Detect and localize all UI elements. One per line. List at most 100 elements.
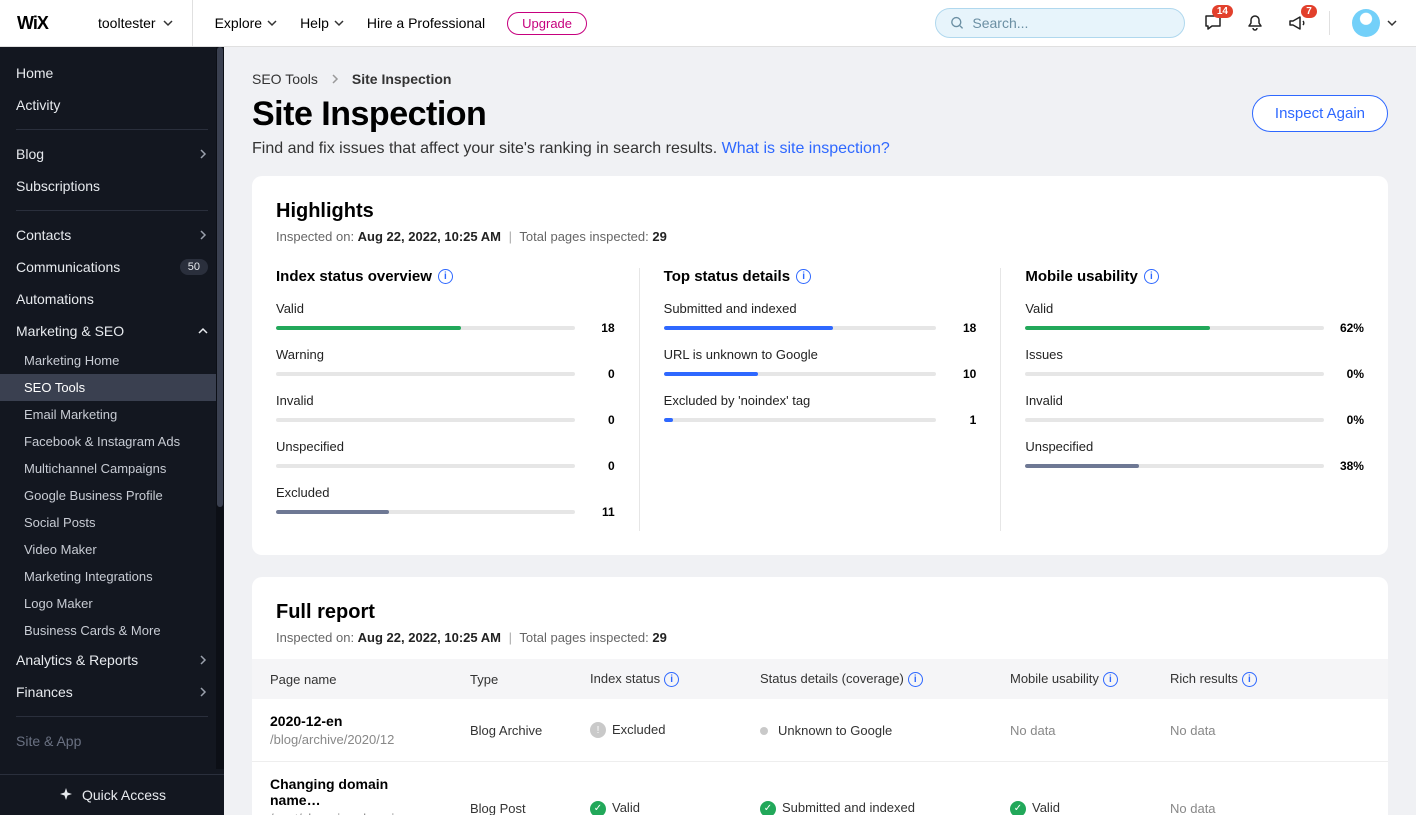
metric-value: 38% [1336, 459, 1364, 473]
sidebar-sub-social-posts[interactable]: Social Posts [0, 509, 224, 536]
sidebar-sub-business-cards[interactable]: Business Cards & More [0, 617, 224, 644]
chat-icon[interactable]: 14 [1203, 13, 1223, 33]
nav-hire[interactable]: Hire a Professional [367, 15, 485, 31]
metric-value: 11 [587, 505, 615, 519]
metric-bar [276, 510, 575, 514]
row-page-url: /blog/archive/2020/12 [270, 732, 434, 747]
search-input[interactable] [972, 15, 1170, 31]
sidebar-sub-marketing-integrations[interactable]: Marketing Integrations [0, 563, 224, 590]
search-icon [950, 15, 964, 31]
metric-label: Issues [1025, 347, 1364, 362]
info-icon[interactable]: i [1144, 269, 1159, 284]
sidebar-item-contacts[interactable]: Contacts [0, 219, 224, 251]
sparkle-icon [58, 787, 74, 803]
breadcrumb-current: Site Inspection [352, 71, 452, 87]
info-icon[interactable]: i [438, 269, 453, 284]
metric-value: 0 [587, 459, 615, 473]
col-status-details: Status details (coverage) [760, 671, 904, 686]
row-page-name: Changing domain name… [270, 776, 434, 808]
metric-label: Warning [276, 347, 615, 362]
metric-row: Warning0 [276, 347, 615, 381]
metric-row: Unspecified0 [276, 439, 615, 473]
sidebar-sub-marketing-home[interactable]: Marketing Home [0, 347, 224, 374]
metric-bar [664, 372, 937, 376]
sidebar-sub-seo-tools[interactable]: SEO Tools [0, 374, 224, 401]
metric-value: 0 [587, 413, 615, 427]
row-type: Blog Archive [452, 699, 572, 762]
row-mobile: ✓Valid [992, 762, 1152, 815]
metric-row: Invalid0% [1025, 393, 1364, 427]
wix-logo[interactable]: WiX [0, 0, 80, 46]
announce-icon[interactable]: 7 [1287, 13, 1307, 33]
page-subtitle: Find and fix issues that affect your sit… [252, 140, 890, 158]
sidebar-item-analytics[interactable]: Analytics & Reports [0, 644, 224, 676]
main-content: SEO Tools Site Inspection Site Inspectio… [224, 47, 1416, 815]
row-status-details: ✓Submitted and indexed [742, 762, 992, 815]
metric-label: Invalid [1025, 393, 1364, 408]
info-icon[interactable]: i [1242, 672, 1257, 687]
top-icons: 14 7 [1203, 9, 1416, 37]
info-icon[interactable]: i [908, 672, 923, 687]
info-icon[interactable]: i [1103, 672, 1118, 687]
user-menu[interactable] [1352, 9, 1398, 37]
metric-bar [276, 326, 575, 330]
sidebar-item-blog[interactable]: Blog [0, 138, 224, 170]
full-report-meta: Inspected on: Aug 22, 2022, 10:25 AM | T… [276, 630, 1364, 645]
sidebar-item-activity[interactable]: Activity [0, 89, 224, 121]
sidebar-scrollbar[interactable] [216, 47, 224, 769]
row-mobile: No data [992, 699, 1152, 762]
check-icon: ✓ [1010, 801, 1026, 815]
sidebar-sub-fb-ig-ads[interactable]: Facebook & Instagram Ads [0, 428, 224, 455]
info-icon[interactable]: i [796, 269, 811, 284]
col-type: Type [470, 672, 498, 687]
table-row[interactable]: Changing domain name…/post/changing-doma… [252, 762, 1388, 815]
what-is-link[interactable]: What is site inspection? [722, 140, 890, 157]
metric-value: 18 [587, 321, 615, 335]
sidebar-sub-email-marketing[interactable]: Email Marketing [0, 401, 224, 428]
announce-badge: 7 [1301, 5, 1317, 18]
highlights-title: Highlights [276, 200, 1364, 223]
sidebar-sub-video-maker[interactable]: Video Maker [0, 536, 224, 563]
sidebar-item-communications[interactable]: Communications50 [0, 251, 224, 283]
topbar: WiX tooltester Explore Help Hire a Profe… [0, 0, 1416, 47]
breadcrumb-root[interactable]: SEO Tools [252, 71, 318, 87]
row-type: Blog Post [452, 762, 572, 815]
metric-row: Invalid0 [276, 393, 615, 427]
sidebar-sub-logo-maker[interactable]: Logo Maker [0, 590, 224, 617]
row-rich: No data [1152, 762, 1388, 815]
sidebar-item-marketing-seo[interactable]: Marketing & SEO [0, 315, 224, 347]
col-mobile: Mobile usability [1010, 671, 1099, 686]
site-switcher[interactable]: tooltester [80, 0, 193, 46]
metric-value: 18 [948, 321, 976, 335]
row-status-details: Unknown to Google [742, 699, 992, 762]
info-icon[interactable]: i [664, 672, 679, 687]
row-page-name: 2020-12-en [270, 713, 434, 729]
sidebar-item-subscriptions[interactable]: Subscriptions [0, 170, 224, 202]
upgrade-button[interactable]: Upgrade [507, 12, 587, 35]
metric-row: Excluded by 'noindex' tag1 [664, 393, 977, 427]
metric-bar [1025, 464, 1324, 468]
metric-label: Valid [1025, 301, 1364, 316]
breadcrumb: SEO Tools Site Inspection [252, 71, 1388, 87]
avatar [1352, 9, 1380, 37]
metric-bar [1025, 372, 1324, 376]
sidebar-item-home[interactable]: Home [0, 57, 224, 89]
sidebar-item-finances[interactable]: Finances [0, 676, 224, 708]
nav-help[interactable]: Help [300, 15, 345, 31]
nav-explore[interactable]: Explore [215, 15, 278, 31]
inspect-again-button[interactable]: Inspect Again [1252, 95, 1388, 132]
bell-icon[interactable] [1245, 13, 1265, 33]
sidebar-item-automations[interactable]: Automations [0, 283, 224, 315]
highlights-meta: Inspected on: Aug 22, 2022, 10:25 AM | T… [276, 229, 1364, 244]
table-row[interactable]: 2020-12-en/blog/archive/2020/12 Blog Arch… [252, 699, 1388, 762]
search-box[interactable] [935, 8, 1185, 38]
sidebar-sub-multichannel[interactable]: Multichannel Campaigns [0, 455, 224, 482]
quick-access-button[interactable]: Quick Access [0, 774, 224, 815]
chevron-right-icon [330, 74, 340, 84]
chevron-down-icon [1386, 17, 1398, 29]
highlights-card: Highlights Inspected on: Aug 22, 2022, 1… [252, 176, 1388, 555]
svg-text:WiX: WiX [17, 14, 49, 32]
sidebar-item-site-app[interactable]: Site & App [0, 725, 224, 757]
sidebar-sub-gbp[interactable]: Google Business Profile [0, 482, 224, 509]
metric-row: Unspecified38% [1025, 439, 1364, 473]
